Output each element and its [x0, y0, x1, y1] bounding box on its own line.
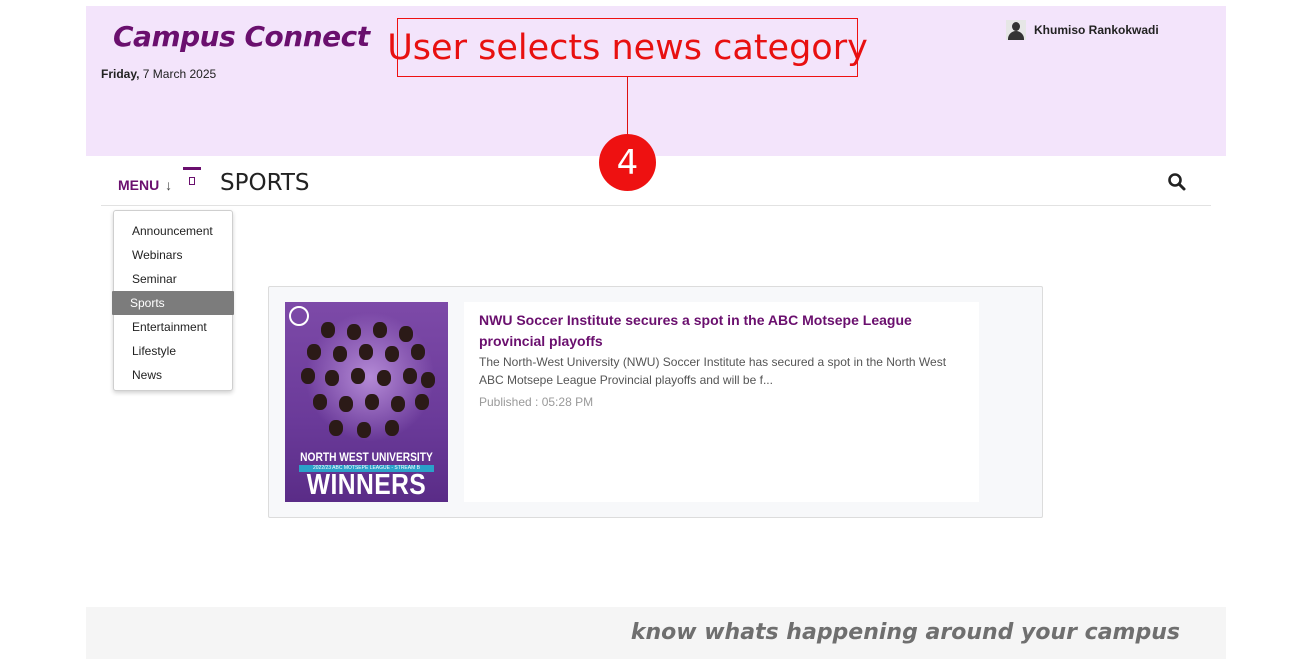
page: Campus Connect Friday, 7 March 2025 Khum… — [0, 0, 1312, 659]
footer-tagline: know whats happening around your campus — [630, 620, 1180, 645]
dropdown-item-webinars[interactable]: Webinars — [114, 243, 232, 267]
user-icon — [1006, 20, 1026, 40]
search-icon[interactable] — [1167, 172, 1187, 192]
thumbnail-university: NORTH WEST UNIVERSITY — [300, 450, 433, 464]
dropdown-item-seminar[interactable]: Seminar — [114, 267, 232, 291]
dropdown-item-lifestyle[interactable]: Lifestyle — [114, 339, 232, 363]
user-name: Khumiso Rankokwadi — [1034, 23, 1159, 37]
user-profile[interactable]: Khumiso Rankokwadi — [1006, 20, 1159, 40]
category-dropdown: Announcement Webinars Seminar Sports Ent… — [112, 210, 234, 391]
site-footer: know whats happening around your campus — [86, 607, 1226, 659]
dropdown-item-entertainment[interactable]: Entertainment — [114, 315, 232, 339]
current-date: Friday, 7 March 2025 — [101, 67, 216, 81]
article-excerpt: The North-West University (NWU) Soccer I… — [479, 355, 947, 387]
team-photo — [299, 322, 435, 452]
annotation-label: User selects news category — [387, 27, 868, 68]
dropdown-item-announcement[interactable]: Announcement — [114, 219, 232, 243]
article-title[interactable]: NWU Soccer Institute secures a spot in t… — [479, 310, 964, 352]
annotation-box: User selects news category — [387, 18, 868, 77]
dropdown-item-sports[interactable]: Sports — [112, 291, 234, 315]
menu-arrow-icon: ↓ — [165, 177, 173, 193]
brand-logo[interactable]: Campus Connect — [113, 20, 370, 53]
section-marker-icon — [183, 167, 203, 189]
section-title: SPORTS — [220, 170, 310, 196]
thumbnail-winners: WINNERS — [306, 469, 427, 501]
date-day: Friday, — [101, 67, 140, 81]
category-navbar: MENU ↓ SPORTS — [101, 160, 1211, 206]
menu-button[interactable]: MENU ↓ — [118, 177, 172, 193]
news-card-body: NWU Soccer Institute secures a spot in t… — [464, 302, 979, 502]
menu-label: MENU — [118, 177, 160, 193]
dropdown-item-news[interactable]: News — [114, 363, 232, 387]
article-published: Published : 05:28 PM — [479, 395, 594, 409]
date-rest: 7 March 2025 — [139, 67, 217, 81]
news-thumbnail[interactable]: NORTH WEST UNIVERSITY 2022/23 ABC MOTSEP… — [285, 302, 448, 502]
annotation-connector — [627, 77, 628, 137]
news-card[interactable]: NORTH WEST UNIVERSITY 2022/23 ABC MOTSEP… — [268, 286, 1043, 518]
